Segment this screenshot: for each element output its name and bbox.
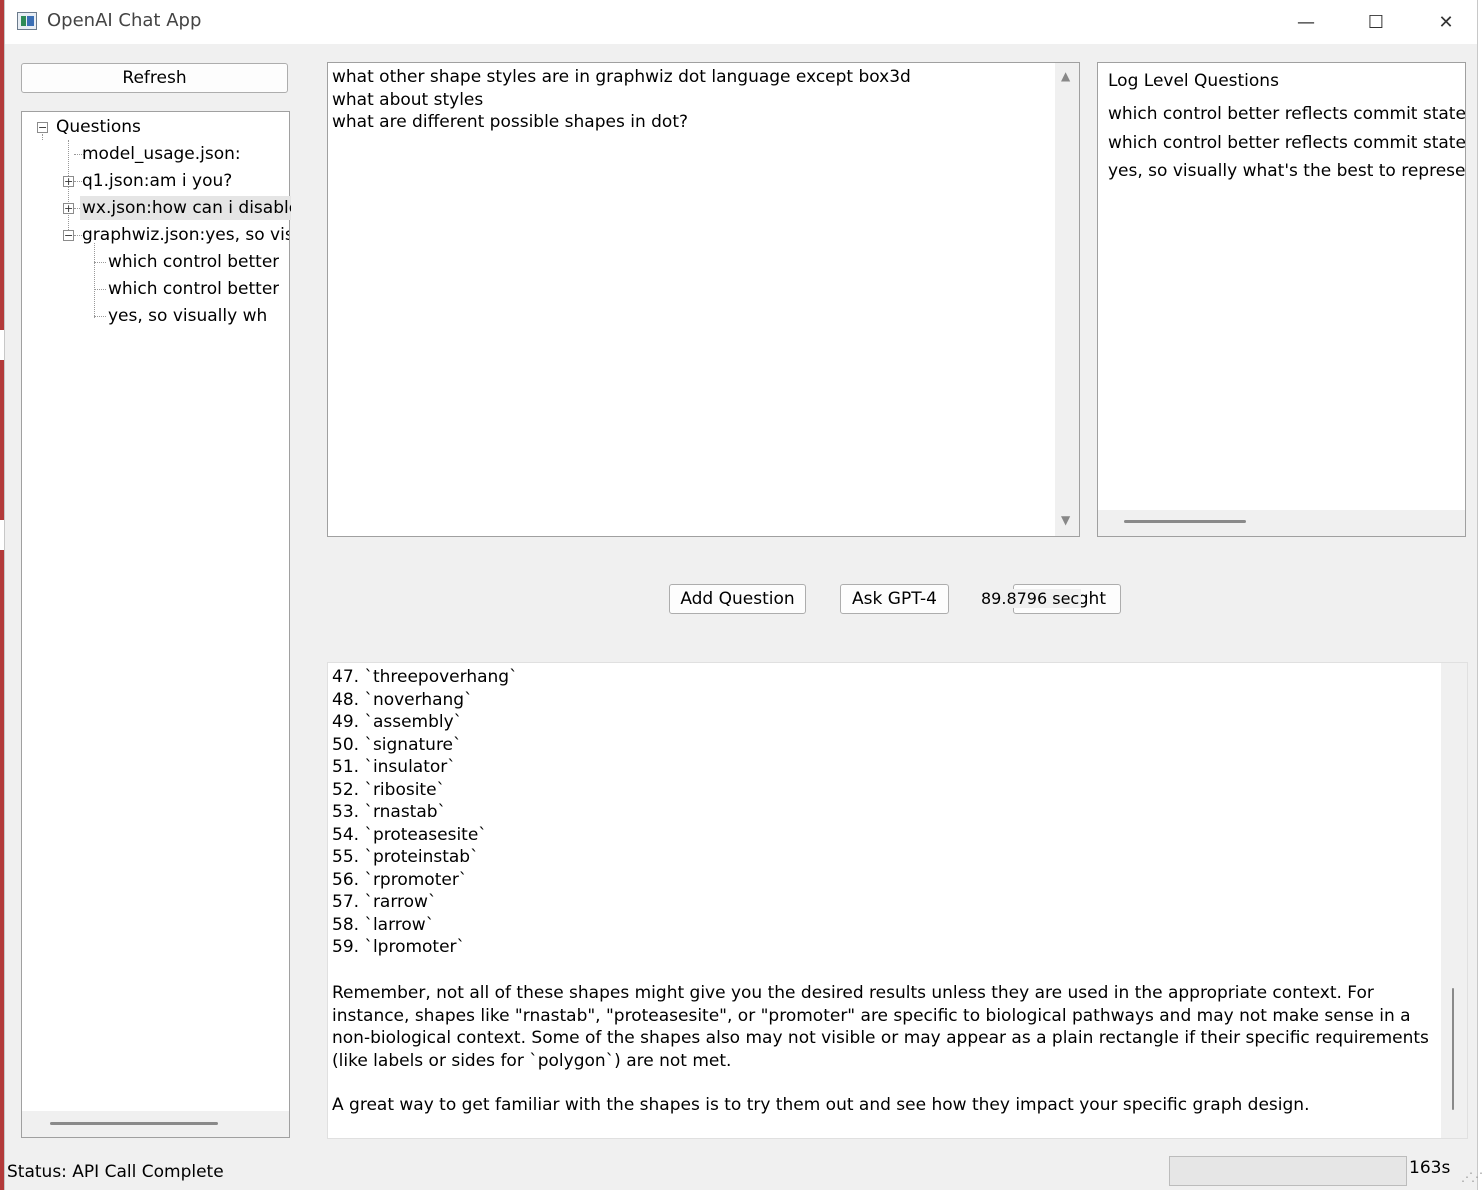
- answer-list-line: 48. `noverhang`: [332, 689, 473, 710]
- tree-expand-icon[interactable]: +: [63, 176, 74, 187]
- answer-vertical-scrollbar[interactable]: [1441, 663, 1467, 1138]
- answer-list-line: 51. `insulator`: [332, 757, 456, 777]
- answer-list-line: 56. `rpromoter`: [332, 869, 468, 890]
- tree-item-graphwiz[interactable]: graphwiz.json:yes, so visua: [82, 223, 289, 247]
- close-button[interactable]: ✕: [1413, 0, 1479, 44]
- resize-grip-icon[interactable]: ⋰⋰: [1461, 1170, 1482, 1184]
- log-list-item[interactable]: which control better reflects commit sta…: [1108, 133, 1465, 153]
- add-question-button[interactable]: Add Question: [669, 584, 806, 614]
- answer-list-line: 59. `lpromoter`: [332, 937, 466, 957]
- maximize-button[interactable]: ☐: [1343, 0, 1409, 44]
- editor-vertical-scrollbar[interactable]: [1055, 63, 1079, 536]
- answer-list-line: 57. `rarrow`: [332, 892, 437, 912]
- window-title: OpenAI Chat App: [47, 10, 202, 31]
- answer-list-line: 49. `assembly`: [332, 712, 463, 732]
- log-list-item[interactable]: which control better reflects commit sta…: [1108, 104, 1465, 124]
- title-bar[interactable]: OpenAI Chat App — ☐ ✕: [5, 0, 1477, 44]
- tree-item-q1[interactable]: q1.json:am i you?: [82, 169, 232, 193]
- tree-expand-icon[interactable]: +: [63, 203, 74, 214]
- answer-list-line: 50. `signature`: [332, 734, 462, 755]
- tree-collapse-icon[interactable]: −: [63, 230, 74, 241]
- tree-item-wx[interactable]: wx.json:how can i disable: [80, 196, 291, 220]
- answer-scroll-thumb[interactable]: [1452, 988, 1454, 1110]
- app-window: OpenAI Chat App — ☐ ✕ Refresh − Question…: [4, 0, 1482, 1190]
- scroll-up-icon[interactable]: ▲: [1061, 69, 1070, 83]
- tree-child-item[interactable]: yes, so visually wh: [108, 304, 267, 328]
- question-line: what other shape styles are in graphwiz …: [332, 67, 911, 87]
- tree-root-questions[interactable]: Questions: [56, 115, 141, 139]
- elapsed-time: 163s: [1409, 1158, 1451, 1178]
- log-horizontal-scrollbar[interactable]: [1098, 510, 1465, 536]
- question-line: what are different possible shapes in do…: [332, 112, 689, 132]
- answer-list-line: 55. `proteinstab`: [332, 847, 479, 867]
- log-list-item[interactable]: yes, so visually what's the best to repr…: [1108, 161, 1465, 181]
- progress-bar: [1169, 1156, 1407, 1186]
- status-bar: Status: API Call Complete 163s ⋰⋰: [5, 1154, 1482, 1190]
- log-level-questions-list[interactable]: Log Level Questions which control better…: [1097, 62, 1466, 537]
- answer-list-line: 47. `threepoverhang`: [332, 667, 518, 687]
- question-editor[interactable]: what other shape styles are in graphwiz …: [327, 62, 1080, 537]
- answer-paragraph: Remember, not all of these shapes might …: [332, 983, 1429, 1071]
- question-line: what about styles: [332, 90, 484, 110]
- timer-readout: 89.8796 sec: [981, 589, 1082, 608]
- log-scroll-thumb[interactable]: [1124, 520, 1246, 523]
- tree-scroll-thumb[interactable]: [50, 1122, 218, 1125]
- answer-list-line: 52. `ribosite`: [332, 779, 446, 800]
- log-panel-title: Log Level Questions: [1108, 71, 1279, 91]
- tree-item-model-usage[interactable]: model_usage.json:: [82, 142, 241, 166]
- scroll-down-icon[interactable]: ▼: [1061, 513, 1070, 527]
- questions-tree[interactable]: − Questions model_usage.json: + q1.json:…: [21, 111, 291, 1138]
- tree-collapse-icon[interactable]: −: [37, 122, 48, 133]
- refresh-button[interactable]: Refresh: [21, 63, 288, 93]
- answer-list-line: 58. `larrow`: [332, 914, 435, 935]
- status-text: Status: API Call Complete: [7, 1162, 224, 1182]
- minimize-button[interactable]: —: [1273, 0, 1339, 44]
- ask-gpt4-button[interactable]: Ask GPT-4: [840, 584, 949, 614]
- tree-child-item[interactable]: which control better: [108, 250, 279, 274]
- answer-paragraph: A great way to get familiar with the sha…: [332, 1095, 1310, 1115]
- answer-output[interactable]: 47. `threepoverhang` 48. `noverhang` 49. `…: [327, 662, 1468, 1139]
- answer-list-line: 54. `proteasesite`: [332, 824, 487, 845]
- app-icon: [17, 12, 37, 30]
- answer-list-line: 53. `rnastab`: [332, 802, 447, 822]
- tree-child-item[interactable]: which control better: [108, 277, 279, 301]
